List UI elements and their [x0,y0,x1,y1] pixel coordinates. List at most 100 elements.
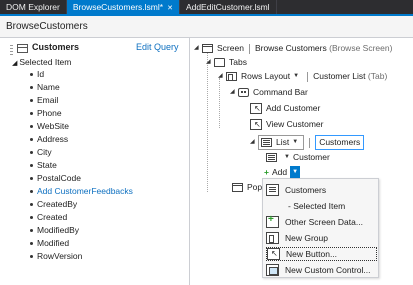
collection-icon [17,44,28,53]
bullet-icon [30,203,33,207]
screen-name: Browse Customers [254,43,327,53]
field-item[interactable]: Phone [30,108,62,119]
tab-label: BrowseCustomers.lsml* [72,2,164,12]
collapse-icon[interactable]: ◢ [230,86,238,99]
collapse-icon[interactable]: ◢ [194,42,202,55]
chevron-down-icon[interactable]: ▼ [293,70,299,83]
custom-control-icon [266,264,279,276]
tree-node-rows-layout[interactable]: ◢ Rows Layout ▼ Customer List (Tab) [218,70,387,83]
bullet-icon [30,164,33,168]
menu-item-label: - Selected Item [288,201,346,211]
tree-node-customer[interactable]: ▼ Customer [266,151,330,164]
add-link-label: Add CustomerFeedbacks [37,186,133,196]
tree-node-list[interactable]: ◢ List ▼ Customers [250,135,365,150]
node-type: (Tab) [367,71,388,81]
menu-item-customers[interactable]: Customers [266,183,377,197]
chevron-down-icon[interactable]: ▼ [284,151,290,164]
bullet-icon [30,125,33,129]
command-bar-icon [238,88,249,97]
field-item[interactable]: CreatedBy [30,199,77,210]
node-label: Screen [217,43,244,53]
node-label: Customer [292,152,330,162]
list-control-box[interactable]: List ▼ [258,135,305,150]
separator [307,71,309,82]
node-label: Add Customer [266,103,321,113]
collapse-icon[interactable]: ◢ [12,60,17,67]
bullet-icon [30,242,33,246]
tree-node-screen[interactable]: ◢ Screen Browse Customers (Browse Screen… [194,42,392,55]
menu-item-new-custom-control[interactable]: New Custom Control... [266,263,377,277]
drag-grip-icon[interactable] [10,45,13,57]
list-icon [266,184,279,196]
chevron-down-icon[interactable]: ▼ [292,136,298,149]
tree-node-add-customer[interactable]: Add Customer [250,102,320,115]
field-item[interactable]: PostalCode [30,173,81,184]
node-name: Customer List [313,71,366,81]
list-icon [261,138,272,147]
field-label: Modified [37,238,70,248]
field-label: ModifiedBy [37,225,80,235]
node-label: Rows Layout [241,71,291,81]
field-item[interactable]: Modified [30,238,69,249]
tree-node-command-bar[interactable]: ◢ Command Bar [230,86,308,99]
close-icon[interactable]: ✕ [167,5,173,12]
field-item[interactable]: RowVersion [30,251,82,262]
field-item[interactable]: Created [30,212,67,223]
list-data-binding[interactable]: Customers [315,135,365,150]
button-icon [267,248,280,260]
field-item[interactable]: Email [30,95,58,106]
field-label: Name [37,82,60,92]
dropdown-arrow-icon[interactable]: ▼ [290,166,301,178]
node-label: Tabs [229,57,247,67]
menu-item-label: New Group [285,233,328,243]
menu-item-other-screen-data[interactable]: Other Screen Data... [266,214,377,229]
menu-item-label: Customers [285,185,327,195]
edit-query-link[interactable]: Edit Query [136,42,179,52]
collapse-icon[interactable]: ◢ [206,56,214,69]
add-customer-feedbacks-link[interactable]: Add CustomerFeedbacks [30,186,133,197]
field-item[interactable]: Id [30,69,44,80]
field-item[interactable]: State [30,160,57,171]
node-label: List [276,137,290,147]
node-label: Pop [247,182,263,192]
tree-node-popups[interactable]: Pop [232,181,262,194]
menu-item-selected-item[interactable]: - Selected Item [266,199,377,213]
field-item[interactable]: WebSite [30,121,69,132]
menu-item-label: Other Screen Data... [285,217,363,227]
menu-item-new-group[interactable]: New Group [266,231,377,245]
bullet-icon [30,138,33,142]
plus-icon: + [264,167,269,177]
add-label: Add [271,167,288,177]
tab-label: AddEditCustomer.lsml [185,2,270,12]
tab-label: DOM Explorer [6,2,60,12]
tree-node-tabs[interactable]: ◢ Tabs [206,56,247,69]
tab-browse-customers[interactable]: BrowseCustomers.lsml* ✕ [66,0,180,14]
field-label: City [37,147,52,157]
field-label: Address [37,134,69,144]
screen-icon [202,44,213,53]
tree-guide [207,52,208,192]
bullet-icon [30,151,33,155]
field-item[interactable]: ModifiedBy [30,225,79,236]
field-label: Email [37,95,59,105]
menu-item-label: New Button... [286,249,338,259]
bullet-icon [30,112,33,116]
tab-dom-explorer[interactable]: DOM Explorer [0,0,67,14]
menu-item-new-button[interactable]: New Button... [266,247,377,261]
group-icon [266,232,279,244]
selected-item-label: Selected Item [19,57,72,67]
button-icon [250,103,262,114]
field-label: PostalCode [37,173,81,183]
tab-add-edit-customer[interactable]: AddEditCustomer.lsml [180,0,277,14]
document-tabbar: DOM Explorer BrowseCustomers.lsml* ✕ AddE… [0,0,413,16]
data-members-panel: Customers Edit Query ◢ Selected Item Id N… [0,38,190,285]
selected-item-node[interactable]: ◢ Selected Item [12,57,71,69]
tree-node-view-customer[interactable]: View Customer [250,118,323,131]
button-icon [250,119,262,130]
add-button[interactable]: + Add ▼ [264,166,301,178]
collapse-icon[interactable]: ◢ [250,136,258,149]
collapse-icon[interactable]: ◢ [218,70,226,83]
field-item[interactable]: Address [30,134,68,145]
field-item[interactable]: City [30,147,52,158]
field-item[interactable]: Name [30,82,60,93]
